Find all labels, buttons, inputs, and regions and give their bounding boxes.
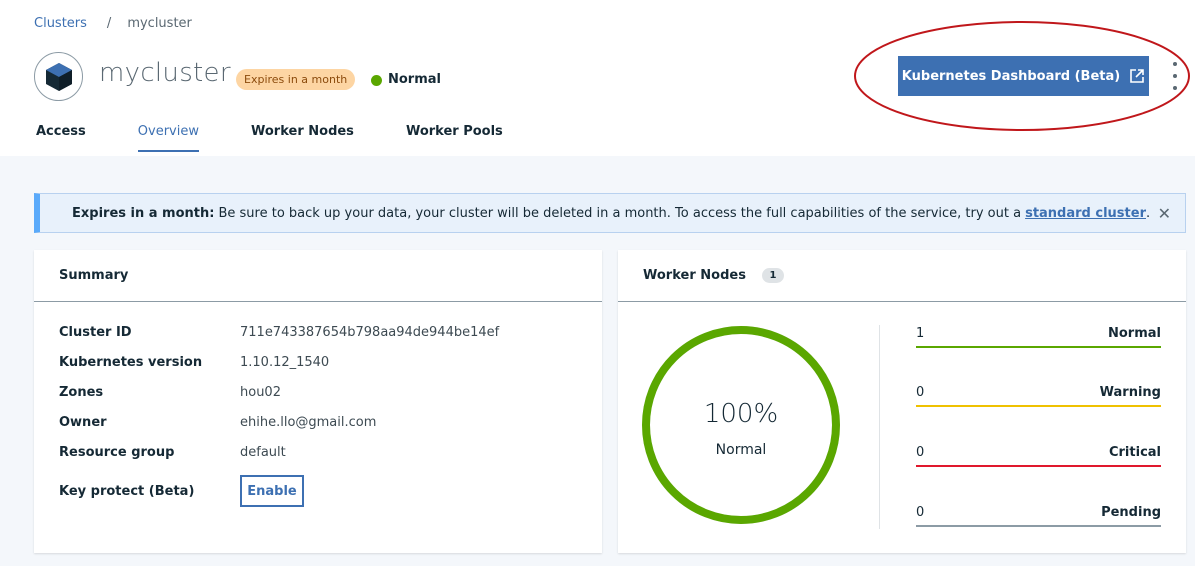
kubernetes-version-value: 1.10.12_1540 [240, 355, 330, 370]
kubernetes-cube-icon [34, 52, 83, 101]
standard-cluster-link[interactable]: standard cluster [1025, 206, 1146, 221]
tab-overview[interactable]: Overview [137, 124, 199, 152]
summary-card: Summary Cluster ID 711e743387654b798aa94… [34, 250, 602, 553]
stat-name: Critical [1108, 445, 1161, 460]
resource-group-value: default [240, 445, 286, 460]
cluster-id-value: 711e743387654b798aa94de944be14ef [240, 325, 500, 340]
tab-worker-nodes[interactable]: Worker Nodes [251, 124, 354, 152]
expiry-notification-banner: Expires in a month: Be sure to back up y… [34, 193, 1186, 233]
worker-nodes-card: Worker Nodes 1 100% Normal 1 Normal 0 Wa… [618, 250, 1186, 553]
close-icon[interactable]: ✕ [1158, 204, 1171, 223]
breadcrumb-current: mycluster [127, 16, 192, 31]
stat-name: Warning [1099, 385, 1161, 400]
kubernetes-dashboard-label: Kubernetes Dashboard (Beta) [901, 68, 1121, 84]
breadcrumb-clusters-link[interactable]: Clusters [34, 16, 87, 31]
stat-count: 1 [916, 326, 925, 341]
summary-label: Zones [59, 385, 104, 400]
worker-nodes-card-header: Worker Nodes 1 [618, 250, 1186, 302]
page-title: mycluster [99, 58, 231, 88]
banner-message: Be sure to back up your data, your clust… [218, 205, 1022, 221]
stat-row-normal: 1 Normal [916, 326, 1161, 348]
cluster-status: Normal [388, 72, 441, 87]
enable-key-protect-button[interactable]: Enable [240, 475, 304, 507]
tab-access[interactable]: Access [36, 124, 86, 152]
stat-row-warning: 0 Warning [916, 385, 1161, 407]
banner-title: Expires in a month: [72, 205, 215, 221]
kubernetes-dashboard-button[interactable]: Kubernetes Dashboard (Beta) [898, 56, 1149, 96]
breadcrumb-separator: / [106, 16, 112, 31]
stat-line [916, 405, 1161, 407]
summary-label: Resource group [59, 445, 175, 460]
overflow-menu-vertical-icon[interactable] [1168, 62, 1182, 90]
stat-name: Pending [1101, 505, 1161, 520]
donut-label: Normal [715, 442, 767, 458]
status-dot-icon [371, 75, 382, 86]
stat-line [916, 346, 1161, 348]
summary-label: Owner [59, 415, 107, 430]
zones-value: hou02 [240, 385, 281, 400]
owner-value: ehihe.llo@gmail.com [240, 415, 377, 430]
summary-label: Kubernetes version [59, 355, 203, 370]
tab-worker-pools[interactable]: Worker Pools [406, 124, 503, 152]
stat-row-pending: 0 Pending [916, 505, 1161, 527]
stat-row-critical: 0 Critical [916, 445, 1161, 467]
divider [879, 325, 880, 529]
stat-line [916, 525, 1161, 527]
summary-card-title: Summary [34, 250, 602, 302]
worker-nodes-card-title: Worker Nodes [643, 268, 746, 283]
banner-suffix: . [1145, 205, 1151, 221]
worker-count-badge: 1 [761, 268, 784, 283]
summary-label: Cluster ID [59, 325, 132, 340]
cluster-header: Clusters / mycluster mycluster Expires i… [0, 0, 1195, 156]
expires-badge: Expires in a month [236, 69, 356, 90]
stat-count: 0 [916, 385, 925, 400]
launch-icon [1130, 69, 1145, 83]
breadcrumb: Clusters / mycluster [34, 16, 192, 31]
tab-bar: Access Overview Worker Nodes Worker Pool… [36, 124, 503, 152]
summary-label: Key protect (Beta) [59, 484, 195, 499]
stat-line [916, 465, 1161, 467]
donut-percent: 100% [703, 399, 779, 429]
stat-count: 0 [916, 505, 925, 520]
stat-name: Normal [1108, 326, 1161, 341]
stat-count: 0 [916, 445, 925, 460]
